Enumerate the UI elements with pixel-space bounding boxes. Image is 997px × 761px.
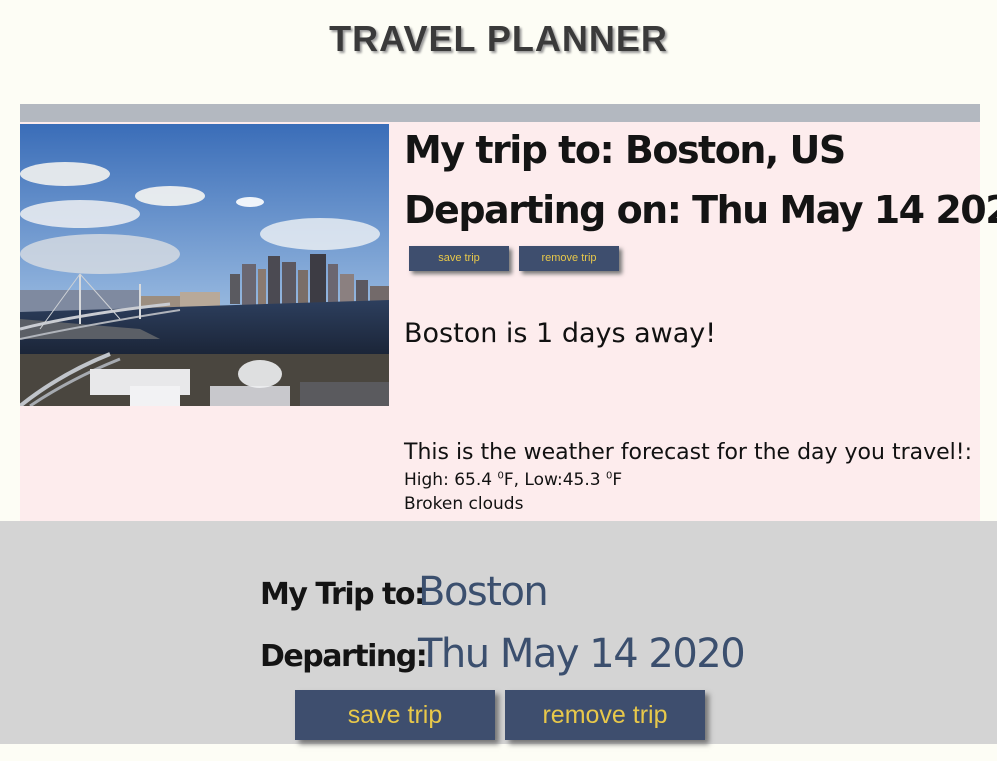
trip-destination-heading: My trip to: Boston, US <box>404 128 846 172</box>
departing-date-field[interactable]: Thu May 14 2020 <box>418 631 746 677</box>
destination-label: My Trip to: <box>260 577 426 612</box>
card-save-trip-button[interactable]: save trip <box>409 246 509 271</box>
weather-high-text: High: 65.4 <box>404 470 498 490</box>
weather-low-text: F, Low:45.3 <box>503 470 606 490</box>
remove-trip-button[interactable]: remove trip <box>505 690 705 740</box>
app-title: TRAVEL PLANNER <box>329 18 668 59</box>
trip-form: My Trip to: Boston Departing: Thu May 14… <box>0 521 997 744</box>
destination-photo <box>20 124 389 406</box>
weather-intro: This is the weather forecast for the day… <box>404 440 972 465</box>
weather-temperatures: High: 65.4 0F, Low:45.3 0F <box>404 470 622 490</box>
trip-countdown: Boston is 1 days away! <box>404 318 717 349</box>
trip-departure-heading: Departing on: Thu May 14 2020 <box>404 188 997 232</box>
trip-card: My trip to: Boston, US Departing on: Thu… <box>20 122 997 521</box>
departing-label: Departing: <box>260 639 428 674</box>
weather-unit-text: F <box>612 470 623 490</box>
save-trip-button[interactable]: save trip <box>295 690 495 740</box>
destination-field[interactable]: Boston <box>418 569 549 615</box>
card-header-bar <box>20 104 980 122</box>
weather-description: Broken clouds <box>404 494 524 514</box>
card-remove-trip-button[interactable]: remove trip <box>519 246 619 271</box>
